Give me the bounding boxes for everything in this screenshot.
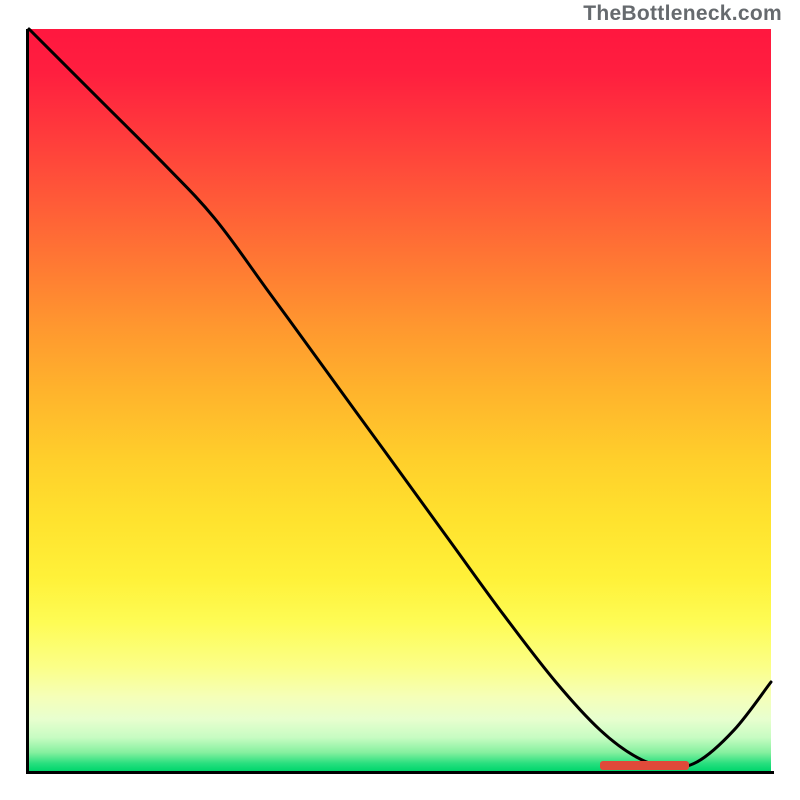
bottleneck-curve <box>29 29 771 771</box>
x-axis-line <box>26 771 774 774</box>
curve-path <box>29 29 771 767</box>
region-marker <box>600 761 689 770</box>
chart-stage: TheBottleneck.com <box>0 0 800 800</box>
plot-area <box>29 29 771 771</box>
attribution-text: TheBottleneck.com <box>583 2 782 26</box>
y-axis-line <box>26 29 29 774</box>
